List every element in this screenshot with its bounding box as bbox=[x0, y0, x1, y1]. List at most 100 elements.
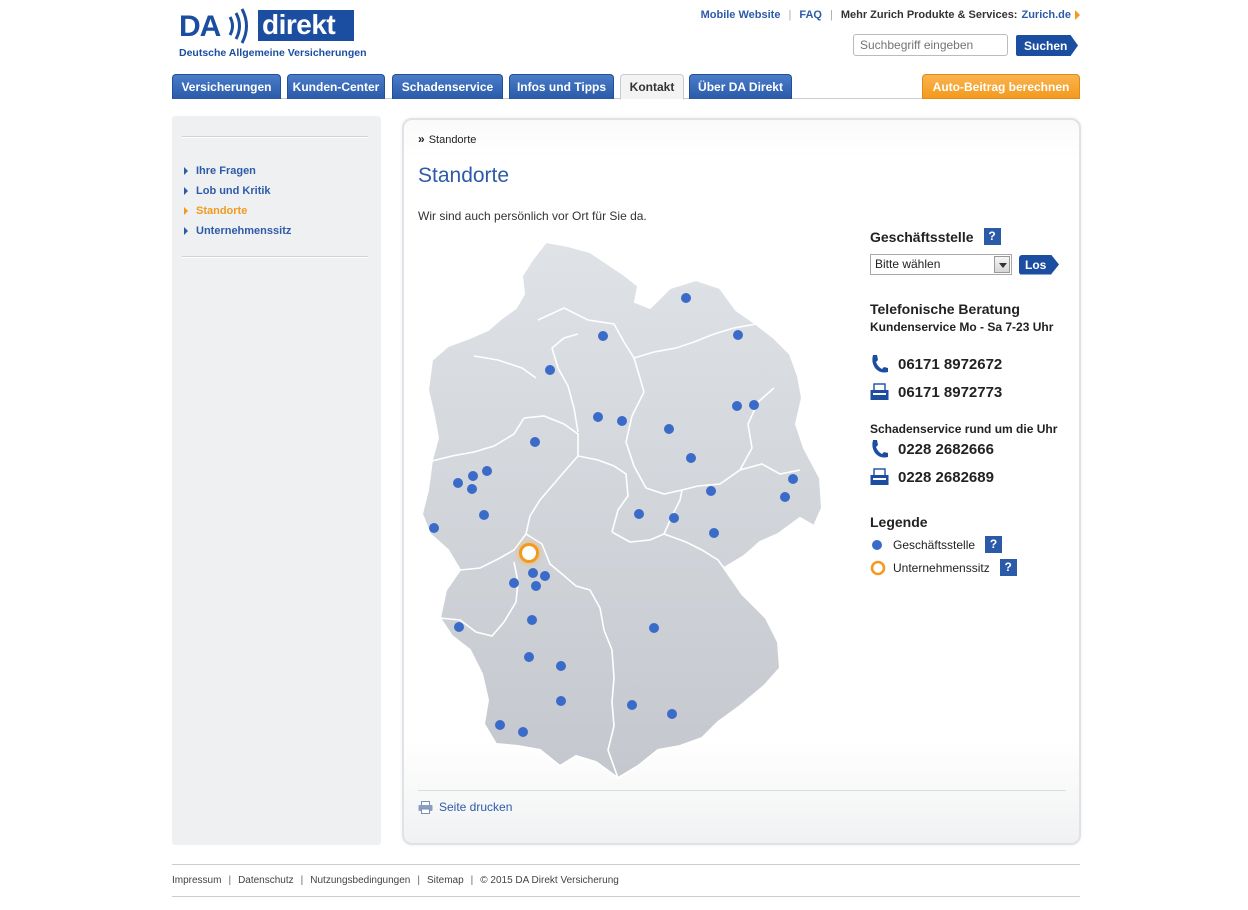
branch-marker[interactable] bbox=[524, 652, 534, 662]
branch-heading: Geschäftsstelle bbox=[870, 228, 974, 245]
branch-marker[interactable] bbox=[453, 478, 463, 488]
branch-marker[interactable] bbox=[530, 437, 540, 447]
branch-marker[interactable] bbox=[706, 486, 716, 496]
branch-marker[interactable] bbox=[540, 571, 550, 581]
footer: Impressum | Datenschutz | Nutzungsbeding… bbox=[172, 875, 619, 886]
sidebar-divider bbox=[182, 256, 368, 258]
branch-select[interactable]: Bitte wählen bbox=[870, 254, 1012, 275]
logo-tagline: Deutsche Allgemeine Versicherungen bbox=[179, 47, 367, 59]
branch-marker[interactable] bbox=[509, 578, 519, 588]
branch-marker[interactable] bbox=[518, 727, 528, 737]
content-divider bbox=[418, 790, 1066, 791]
auto-beitrag-button[interactable]: Auto-Beitrag berechnen bbox=[922, 74, 1080, 99]
branch-marker[interactable] bbox=[733, 330, 743, 340]
branch-marker[interactable] bbox=[649, 623, 659, 633]
footer-copyright: © 2015 DA Direkt Versicherung bbox=[480, 875, 619, 886]
tab-kunden-center[interactable]: Kunden-Center bbox=[287, 74, 385, 99]
claims-phone-row: 0228 2682666 bbox=[870, 439, 994, 459]
branch-select-row: Bitte wählen Los bbox=[870, 254, 1059, 275]
branch-marker[interactable] bbox=[669, 513, 679, 523]
los-button[interactable]: Los bbox=[1019, 254, 1059, 275]
branch-marker[interactable] bbox=[732, 401, 742, 411]
sidebar-item-lob-und-kritik[interactable]: Lob und Kritik bbox=[184, 181, 291, 201]
claims-heading: Schadenservice rund um die Uhr bbox=[870, 422, 1058, 436]
zurich-link[interactable]: Zurich.de bbox=[1021, 9, 1071, 21]
phone-number[interactable]: 06171 8972672 bbox=[898, 356, 1002, 373]
branch-marker[interactable] bbox=[664, 424, 674, 434]
tab-kontakt[interactable]: Kontakt bbox=[620, 74, 684, 100]
sidebar-item-unternehmenssitz[interactable]: Unternehmenssitz bbox=[184, 221, 291, 241]
mobile-website-link[interactable]: Mobile Website bbox=[701, 9, 781, 21]
orange-ring-icon bbox=[870, 560, 886, 575]
search-button[interactable]: Suchen bbox=[1016, 35, 1078, 56]
arrow-right-icon bbox=[184, 167, 188, 175]
sidebar-item-label: Standorte bbox=[196, 205, 248, 217]
branch-heading-row: Geschäftsstelle ? bbox=[870, 228, 1001, 245]
legend-branch-label: Geschäftsstelle bbox=[893, 537, 976, 552]
branch-marker[interactable] bbox=[528, 568, 538, 578]
faq-link[interactable]: FAQ bbox=[799, 9, 822, 21]
branch-marker[interactable] bbox=[681, 293, 691, 303]
legend-hq: Unternehmenssitz ? bbox=[870, 559, 1017, 576]
branch-marker[interactable] bbox=[482, 466, 492, 476]
branch-marker[interactable] bbox=[527, 615, 537, 625]
footer-link-sitemap[interactable]: Sitemap bbox=[427, 875, 464, 886]
logo-da: DA bbox=[179, 10, 221, 43]
da-direkt-logo[interactable]: DA direkt Deutsche Allgemeine Versicheru… bbox=[178, 6, 367, 60]
branch-marker[interactable] bbox=[479, 510, 489, 520]
legend-hq-label: Unternehmenssitz bbox=[893, 560, 990, 575]
sidebar-item-standorte[interactable]: Standorte bbox=[184, 201, 291, 221]
separator: | bbox=[300, 875, 304, 886]
footer-link-nutzungsbedingungen[interactable]: Nutzungsbedingungen bbox=[310, 875, 410, 886]
branch-marker[interactable] bbox=[780, 492, 790, 502]
branch-marker[interactable] bbox=[593, 412, 603, 422]
footer-link-datenschutz[interactable]: Datenschutz bbox=[238, 875, 294, 886]
branch-marker[interactable] bbox=[788, 474, 798, 484]
branch-marker[interactable] bbox=[468, 471, 478, 481]
phone-row: 06171 8972672 bbox=[870, 354, 1002, 374]
tab-schadenservice[interactable]: Schadenservice bbox=[392, 74, 503, 99]
branch-marker[interactable] bbox=[454, 622, 464, 632]
fax-row: 06171 8972773 bbox=[870, 383, 1002, 401]
print-link[interactable]: Seite drucken bbox=[418, 800, 512, 814]
fax-number[interactable]: 06171 8972773 bbox=[898, 384, 1002, 401]
branch-select-value: Bitte wählen bbox=[875, 257, 941, 271]
branch-marker[interactable] bbox=[617, 416, 627, 426]
sidebar-menu: Ihre Fragen Lob und Kritik Standorte Unt… bbox=[184, 161, 291, 241]
headquarters-marker[interactable] bbox=[517, 541, 541, 565]
phone-icon bbox=[872, 355, 888, 373]
branch-marker[interactable] bbox=[556, 696, 566, 706]
breadcrumb-arrow-icon: » bbox=[418, 132, 425, 146]
branch-marker[interactable] bbox=[686, 453, 696, 463]
separator: | bbox=[417, 875, 420, 886]
help-icon[interactable]: ? bbox=[985, 536, 1003, 553]
claims-phone-number[interactable]: 0228 2682666 bbox=[898, 441, 994, 458]
sidebar-divider bbox=[182, 136, 368, 138]
tab-infos-und-tipps[interactable]: Infos und Tipps bbox=[509, 74, 614, 99]
branch-marker[interactable] bbox=[667, 709, 677, 719]
phone-hours: Kundenservice Mo - Sa 7-23 Uhr bbox=[870, 320, 1054, 334]
separator: | bbox=[228, 875, 232, 886]
tab-versicherungen[interactable]: Versicherungen bbox=[172, 74, 281, 99]
branch-marker[interactable] bbox=[749, 400, 759, 410]
chevron-down-icon[interactable] bbox=[994, 256, 1010, 273]
branch-marker[interactable] bbox=[627, 700, 637, 710]
claims-fax-number[interactable]: 0228 2682689 bbox=[898, 469, 994, 486]
branch-marker[interactable] bbox=[531, 581, 541, 591]
branch-marker[interactable] bbox=[634, 509, 644, 519]
branch-marker[interactable] bbox=[598, 331, 608, 341]
branch-marker[interactable] bbox=[429, 523, 439, 533]
branch-marker[interactable] bbox=[709, 528, 719, 538]
search-input[interactable] bbox=[853, 34, 1008, 56]
branch-marker[interactable] bbox=[556, 661, 566, 671]
footer-link-impressum[interactable]: Impressum bbox=[172, 875, 221, 886]
branch-marker[interactable] bbox=[545, 365, 555, 375]
branch-marker[interactable] bbox=[495, 720, 505, 730]
sidebar: Ihre Fragen Lob und Kritik Standorte Unt… bbox=[172, 116, 381, 845]
help-icon[interactable]: ? bbox=[999, 559, 1017, 576]
tab-ueber-da-direkt[interactable]: Über DA Direkt bbox=[689, 74, 792, 99]
sidebar-item-ihre-fragen[interactable]: Ihre Fragen bbox=[184, 161, 291, 181]
branch-marker[interactable] bbox=[467, 484, 477, 494]
help-icon[interactable]: ? bbox=[983, 228, 1001, 245]
arrow-right-icon bbox=[184, 207, 188, 215]
